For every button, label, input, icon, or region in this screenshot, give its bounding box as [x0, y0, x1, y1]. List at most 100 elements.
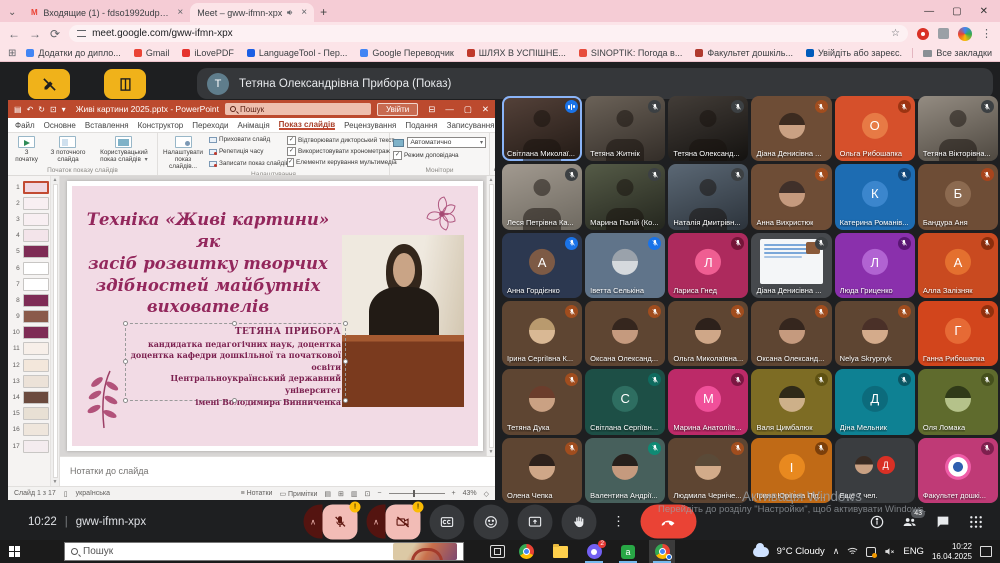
slide-thumbnail[interactable]: 3: [11, 211, 49, 227]
slide-thumbnail[interactable]: 13: [11, 373, 49, 389]
slide-thumbnail[interactable]: 5: [11, 244, 49, 260]
slide-thumbnail[interactable]: 9: [11, 309, 49, 325]
participant-tile[interactable]: Оксана Олександ...: [751, 301, 831, 366]
participant-tile[interactable]: Тетяна Вікторівна...: [918, 96, 998, 161]
view-normal-icon[interactable]: ▤: [324, 490, 331, 498]
language-indicator[interactable]: українська: [76, 490, 110, 497]
weather-text[interactable]: 9°C Cloudy: [777, 546, 825, 557]
ppt-tab[interactable]: Анімація: [237, 121, 269, 130]
slide-thumbnail[interactable]: 2: [11, 195, 49, 211]
ribbon-small-button[interactable]: Репетиція часу: [209, 148, 283, 155]
slide-thumbnail[interactable]: 6: [11, 260, 49, 276]
ribbon-button[interactable]: Користувацький показ слайдів ▾: [94, 134, 154, 164]
presenter-banner[interactable]: Т Тетяна Олександрівна Прибора (Показ): [197, 68, 993, 99]
ppt-signin-button[interactable]: Увійти: [377, 103, 418, 116]
participant-tile[interactable]: Олена Чепка: [502, 438, 582, 503]
ribbon-checkbox[interactable]: Використовувати хронометраж: [287, 147, 395, 156]
zoom-out-button[interactable]: −: [377, 490, 381, 497]
participant-tile[interactable]: Діана Денисівна ...: [751, 96, 831, 161]
participant-tile[interactable]: ДЕщё 7 чел.: [835, 438, 915, 503]
activities-button[interactable]: [968, 514, 984, 530]
participant-tile[interactable]: ААнна Гордієнко: [502, 233, 582, 298]
resize-handle[interactable]: [232, 321, 237, 326]
ribbon-small-button[interactable]: Записати показ слайдів▾: [209, 160, 283, 167]
ribbon-button[interactable]: З поточного слайда: [44, 134, 92, 163]
annotation-off-button[interactable]: [28, 69, 70, 99]
forward-button[interactable]: →: [29, 28, 41, 40]
more-options-button[interactable]: ⋮: [606, 504, 632, 539]
taskbar-chrome-active-icon[interactable]: [649, 540, 675, 563]
close-button[interactable]: ✕: [980, 6, 988, 17]
resize-handle[interactable]: [343, 321, 348, 326]
view-sorter-icon[interactable]: ⊞: [338, 490, 344, 498]
participant-tile[interactable]: ЛЛариса Гнед: [668, 233, 748, 298]
participant-tile[interactable]: Людмила Черніче...: [668, 438, 748, 503]
captions-button[interactable]: [430, 504, 465, 539]
ppt-tab[interactable]: Файл: [15, 121, 35, 130]
notes-toggle[interactable]: ≡ Нотатки: [241, 490, 273, 497]
raise-hand-button[interactable]: [562, 504, 597, 539]
slide-thumbnail[interactable]: 7: [11, 276, 49, 292]
ppt-tab[interactable]: Подання: [405, 121, 437, 130]
view-reading-icon[interactable]: ▥: [351, 490, 358, 498]
start-button[interactable]: [4, 542, 24, 562]
weather-icon[interactable]: [753, 547, 769, 557]
participant-tile[interactable]: Ірина Сергіївна К...: [502, 301, 582, 366]
all-bookmarks-button[interactable]: Все закладки: [912, 48, 992, 58]
fit-slide-icon[interactable]: ◇: [484, 490, 489, 498]
participant-tile[interactable]: ММарина Анатоліїв...: [668, 369, 748, 434]
participant-tile[interactable]: ББандура Аня: [918, 164, 998, 229]
slide-thumbnail[interactable]: 16: [11, 422, 49, 438]
accessibility-icon[interactable]: ▯: [64, 490, 68, 498]
bookmark-item[interactable]: LanguageTool - Пер...: [247, 48, 348, 58]
participant-tile[interactable]: Світлана Миколаї...: [502, 96, 582, 161]
adblock-extension-icon[interactable]: [917, 28, 929, 40]
comments-toggle[interactable]: ▭ Примітки: [279, 490, 317, 498]
participant-tile[interactable]: ДДіна Мельник: [835, 369, 915, 434]
resize-handle[interactable]: [343, 359, 348, 364]
bookmark-item[interactable]: Додатки до дипло...: [26, 48, 120, 58]
minimize-button[interactable]: —: [924, 6, 934, 17]
bookmark-item[interactable]: ШЛЯХ В УСПІШНЕ...: [467, 48, 566, 58]
tab-close-icon[interactable]: ×: [177, 7, 183, 18]
volume-muted-icon[interactable]: [884, 546, 895, 557]
quick-access-toolbar[interactable]: ▤↶↻⊡▾: [14, 105, 66, 114]
participant-tile[interactable]: ІІрина Юріївна Під...: [751, 438, 831, 503]
participant-tile[interactable]: Валя Цимбалюк: [751, 369, 831, 434]
participant-tile[interactable]: Марина Палій (Ко...: [585, 164, 665, 229]
bookmark-item[interactable]: Google Переводчик: [360, 48, 453, 58]
participant-tile[interactable]: Іветта Селькіна: [585, 233, 665, 298]
ppt-tab[interactable]: Переходи: [192, 121, 228, 130]
notes-pane[interactable]: Нотатки до слайда: [60, 456, 495, 486]
presenter-mode-checkbox[interactable]: Режим доповідача: [393, 151, 486, 160]
slide-thumbnail[interactable]: 11: [11, 341, 49, 357]
taskbar-search[interactable]: Пошук: [64, 542, 464, 561]
bookmark-item[interactable]: Факультет дошкіль...: [695, 48, 793, 58]
notification-center-icon[interactable]: [980, 546, 992, 557]
address-bar[interactable]: meet.google.com/gww-ifmn-xpx ☆: [69, 25, 908, 42]
participant-tile[interactable]: ССвітлана Сергіївн...: [585, 369, 665, 434]
tab-search-chevron-icon[interactable]: ⌄: [8, 7, 16, 18]
slide-thumbnail[interactable]: 15: [11, 406, 49, 422]
ppt-tab[interactable]: Показ слайдів: [279, 120, 336, 130]
participant-tile[interactable]: ККатерина Романів...: [835, 164, 915, 229]
ppt-tab[interactable]: Вставлення: [85, 121, 129, 130]
meeting-details-button[interactable]: [869, 514, 885, 530]
bookmark-star-icon[interactable]: ☆: [891, 28, 900, 39]
slide-thumbnail[interactable]: 10: [11, 325, 49, 341]
profile-avatar[interactable]: [958, 27, 972, 41]
bookmark-item[interactable]: SINOPTIK: Погода в...: [579, 48, 682, 58]
participant-tile[interactable]: Тетяна Житнік: [585, 96, 665, 161]
participant-tile[interactable]: Факультет дошкі...: [918, 438, 998, 503]
participant-tile[interactable]: ООльга Рибошапка: [835, 96, 915, 161]
taskbar-explorer-icon[interactable]: [547, 540, 573, 563]
speaker-photo[interactable]: [342, 235, 464, 407]
end-call-button[interactable]: [641, 505, 697, 539]
taskbar-green-app-icon[interactable]: a: [615, 540, 641, 563]
monitor-dropdown[interactable]: Автоматично▾: [393, 137, 486, 148]
ribbon-checkbox[interactable]: Відтворювати дикторський текст: [287, 136, 395, 145]
setup-slideshow-button[interactable]: Налаштувати показ слайдів...: [161, 134, 205, 171]
slide-thumbnail[interactable]: 12: [11, 357, 49, 373]
slide-thumbnail[interactable]: 1: [11, 179, 49, 195]
browser-menu-icon[interactable]: ⋮: [981, 27, 992, 40]
